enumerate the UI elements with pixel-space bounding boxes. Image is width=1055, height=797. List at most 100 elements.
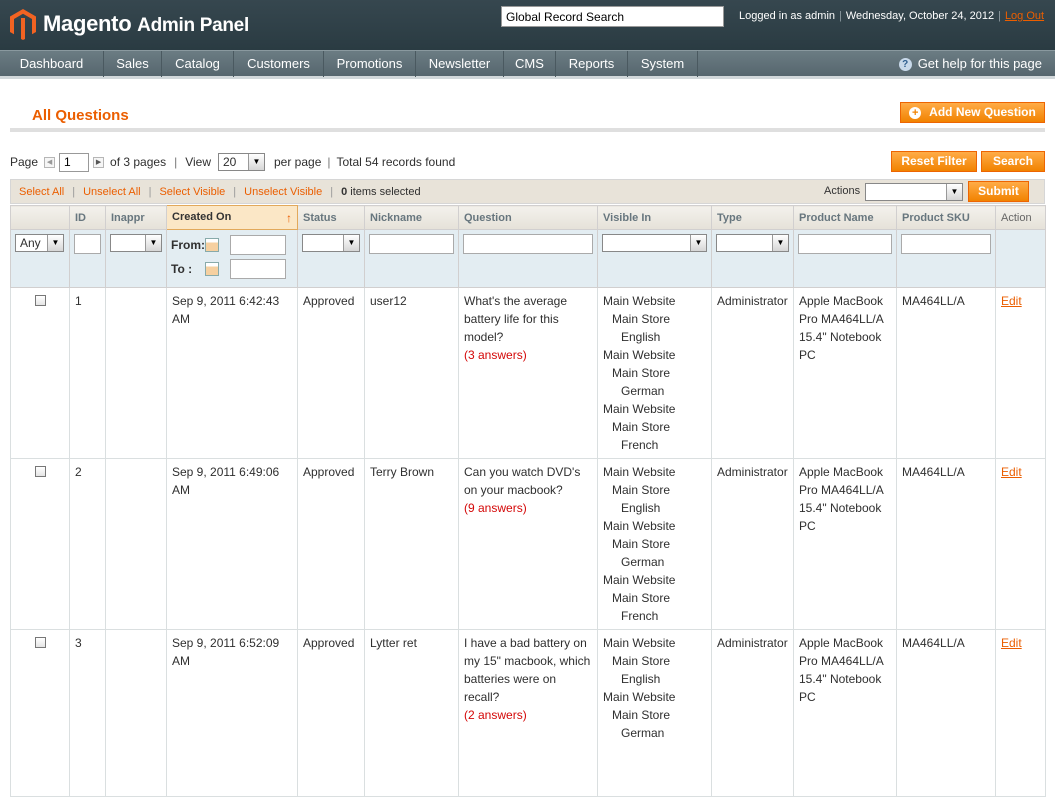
type-filter-select[interactable]: ▼ [716,234,789,252]
visible-view: German [621,726,665,740]
row-type: Administrator [711,287,794,459]
per-page-select[interactable]: 20 ▼ [218,153,265,171]
logged-in-text: Logged in as admin [739,10,836,22]
nav-reports[interactable]: Reports [556,51,628,77]
edit-link[interactable]: Edit [1001,636,1022,650]
col-created-on-label: Created On [172,210,232,223]
total-records-text: Total 54 records found [336,155,456,169]
calendar-icon[interactable] [205,238,219,252]
search-button[interactable]: Search [981,151,1045,172]
header-date: Wednesday, October 24, 2012 [845,10,995,22]
col-header-inappr[interactable]: Inappr [105,205,167,230]
page-label: Page [10,155,39,169]
product-sku-filter-input[interactable] [901,234,991,254]
select-all-link[interactable]: Select All [19,186,64,198]
question-filter-input[interactable] [463,234,593,254]
chevron-down-icon: ▼ [772,235,788,251]
answers-count[interactable]: (9 answers) [464,501,527,515]
logo-brand: Magento [43,11,132,36]
row-checkbox[interactable] [34,295,46,306]
title-divider [10,128,1045,132]
reset-filter-button[interactable]: Reset Filter [891,151,977,172]
question-text: I have a bad battery on my 15" macbook, … [464,636,591,704]
row-created-on: Sep 9, 2011 6:49:06 AM [166,458,298,630]
id-filter-input[interactable] [74,234,101,254]
product-name-filter-input[interactable] [798,234,892,254]
col-header-status[interactable]: Status [297,205,365,230]
visible-website: Main Website [603,636,676,650]
nav-promotions[interactable]: Promotions [324,51,416,77]
date-to-input[interactable] [230,259,286,279]
magento-logo[interactable]: Magento Admin Panel [9,6,249,42]
add-new-question-label: Add New Question [929,105,1036,119]
row-product-name: Apple MacBook Pro MA464LL/A 15.4" Notebo… [793,287,897,459]
calendar-icon[interactable] [205,262,219,276]
selected-count: 0 [341,186,348,198]
row-nickname: Lytter ret [364,629,459,797]
col-header-created-on[interactable]: Created On ↑ [166,205,298,230]
nav-system[interactable]: System [628,51,698,77]
plus-icon: + [909,106,922,119]
checkbox-filter-select[interactable]: Any ▼ [15,234,64,252]
row-nickname: Terry Brown [364,458,459,630]
actions-label: Actions [824,185,861,197]
unselect-all-link[interactable]: Unselect All [83,186,140,198]
visible-website: Main Website [603,573,676,587]
prev-page-icon[interactable]: ◀ [44,156,56,168]
answers-count[interactable]: (3 answers) [464,348,527,362]
nav-catalog[interactable]: Catalog [162,51,234,77]
nav-sales[interactable]: Sales [104,51,162,77]
nav-customers[interactable]: Customers [234,51,324,77]
page-number-input[interactable] [59,152,90,172]
col-header-type[interactable]: Type [711,205,794,230]
per-page-label: per page [274,155,322,169]
table-row: 3 Sep 9, 2011 6:52:09 AM Approved Lytter… [10,629,1046,797]
unselect-visible-link[interactable]: Unselect Visible [244,186,322,198]
row-status: Approved [297,458,365,630]
col-header-question[interactable]: Question [458,205,598,230]
row-checkbox[interactable] [34,637,46,648]
visible-website: Main Website [603,690,676,704]
view-label: View [185,155,211,169]
row-product-sku: MA464LL/A [896,458,996,630]
answers-count[interactable]: (2 answers) [464,708,527,722]
logout-link[interactable]: Log Out [1005,10,1044,22]
next-page-icon[interactable]: ▶ [93,156,105,168]
header-bar: Magento Admin Panel Logged in as admin|W… [0,0,1055,50]
row-status: Approved [297,629,365,797]
visible-website: Main Website [603,294,676,308]
help-link[interactable]: ? Get help for this page [898,51,1042,77]
items-selected-label: items selected [350,186,421,198]
nav-cms[interactable]: CMS [504,51,556,77]
nickname-filter-input[interactable] [369,234,454,254]
status-filter-select[interactable]: ▼ [302,234,360,252]
any-option: Any [20,236,41,250]
sort-arrow-up-icon: ↑ [286,210,292,225]
pager: Page ◀ ▶ of 3 pages | View 20 ▼ per page… [10,152,455,172]
row-inappr [105,629,167,797]
global-search-input[interactable] [501,6,724,27]
col-header-visible-in[interactable]: Visible In [597,205,712,230]
select-visible-link[interactable]: Select Visible [159,186,225,198]
col-header-id[interactable]: ID [69,205,106,230]
actions-select[interactable]: ▼ [865,183,963,201]
row-visible-in: Main Website Main Store English Main Websi… [597,458,712,630]
date-from-input[interactable] [230,235,286,255]
chevron-down-icon: ▼ [343,235,359,251]
inappr-filter-select[interactable]: ▼ [110,234,162,252]
edit-link[interactable]: Edit [1001,465,1022,479]
col-header-product-sku[interactable]: Product SKU [896,205,996,230]
submit-button[interactable]: Submit [968,181,1029,202]
nav-newsletter[interactable]: Newsletter [416,51,504,77]
visible-website: Main Website [603,402,676,416]
col-header-nickname[interactable]: Nickname [364,205,459,230]
chevron-down-icon: ▼ [47,235,63,251]
col-header-product-name[interactable]: Product Name [793,205,897,230]
nav-dashboard[interactable]: Dashboard [0,51,104,77]
edit-link[interactable]: Edit [1001,294,1022,308]
visible-in-filter-select[interactable]: ▼ [602,234,707,252]
add-new-question-button[interactable]: + Add New Question [900,102,1045,123]
visible-store: Main Store [612,708,671,722]
row-created-on: Sep 9, 2011 6:42:43 AM [166,287,298,459]
row-checkbox[interactable] [34,466,46,477]
